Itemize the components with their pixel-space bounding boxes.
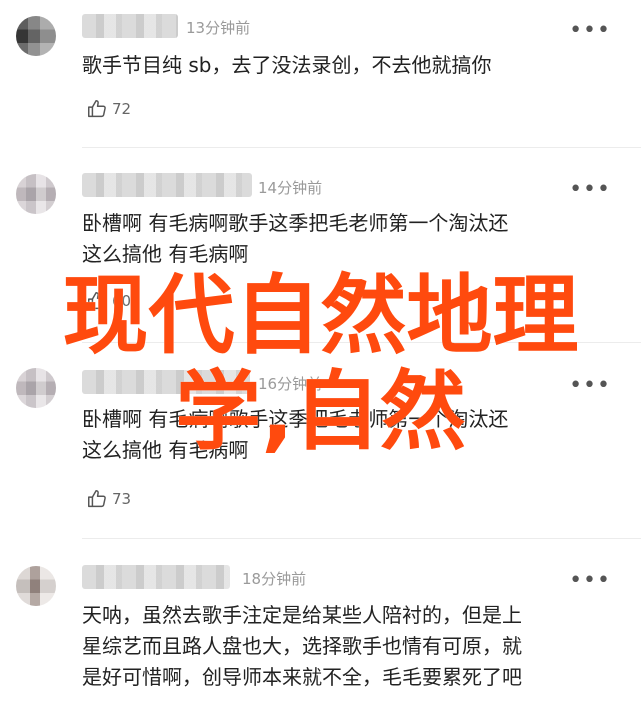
overlay-title-line2: 学,自然: [175, 362, 466, 462]
more-dots-icon[interactable]: •••: [569, 179, 611, 201]
comment-time: 18分钟前: [242, 570, 307, 588]
comment-feed: 13分钟前 ••• 歌手节目纯 sb，去了没法录创，不去他就搞你 72 14分钟…: [0, 0, 641, 711]
comment-time: 14分钟前: [258, 179, 323, 197]
avatar[interactable]: [16, 16, 56, 56]
username-blurred[interactable]: [82, 565, 230, 589]
more-dots-icon[interactable]: •••: [569, 20, 611, 42]
thumbs-up-icon: [88, 100, 106, 118]
avatar[interactable]: [16, 566, 56, 606]
like-button[interactable]: 73: [86, 488, 131, 510]
thumbs-up-icon: [88, 490, 106, 508]
username-blurred[interactable]: [82, 173, 252, 197]
divider: [82, 538, 641, 539]
like-button[interactable]: 72: [86, 98, 131, 120]
comment-text: 天呐，虽然去歌手注定是给某些人陪衬的，但是上 星综艺而且路人盘也大，选择歌手也情…: [82, 603, 522, 689]
username-blurred[interactable]: [82, 14, 178, 38]
comment-text: 歌手节目纯 sb，去了没法录创，不去他就搞你: [82, 53, 492, 77]
overlay-title-line1: 现代自然地理: [62, 266, 579, 366]
more-dots-icon[interactable]: •••: [569, 570, 611, 592]
avatar[interactable]: [16, 174, 56, 214]
comment-text: 卧槽啊 有毛病啊歌手这季把毛老师第一个淘汰还 这么搞他 有毛病啊: [82, 211, 509, 266]
comment-time: 13分钟前: [186, 19, 251, 37]
like-count: 72: [112, 100, 132, 118]
like-count: 73: [112, 490, 132, 508]
divider: [82, 147, 641, 148]
